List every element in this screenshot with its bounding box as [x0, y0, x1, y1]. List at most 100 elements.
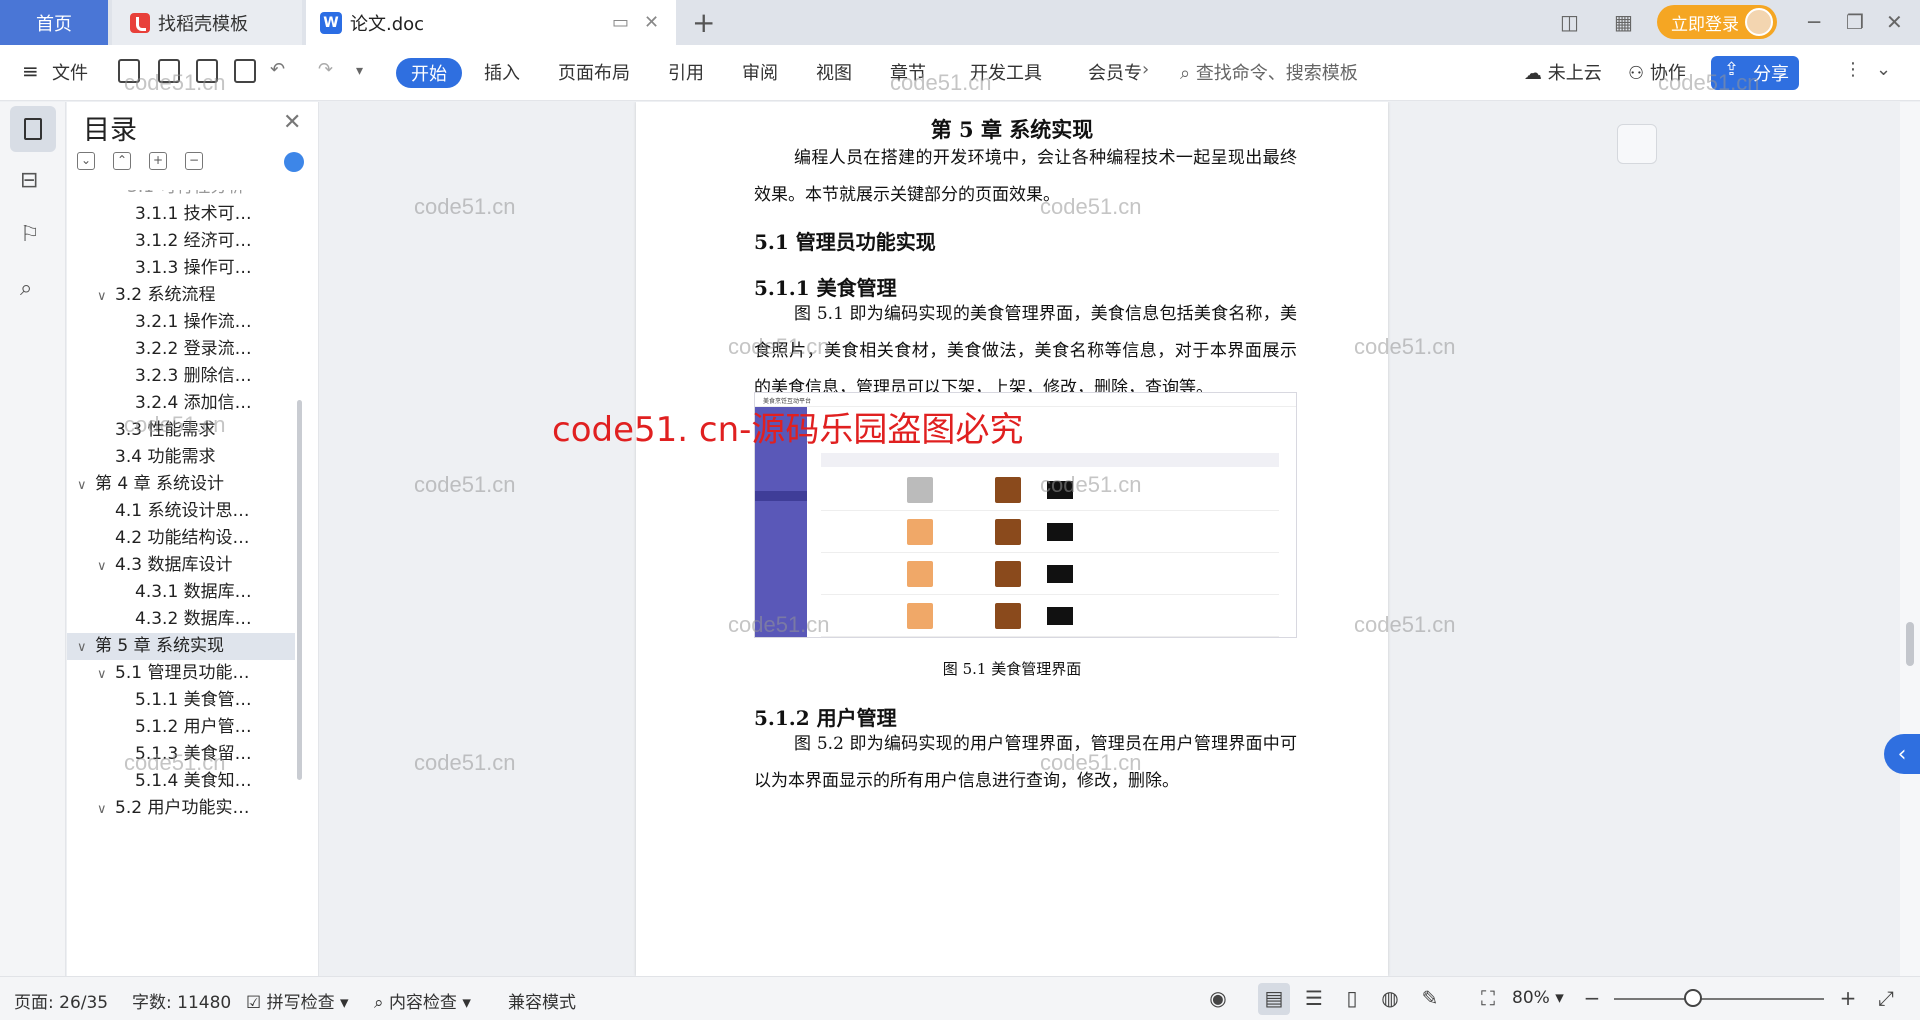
more-tabs-icon[interactable]: ›	[1142, 59, 1149, 80]
zoom-slider[interactable]	[1614, 998, 1824, 1000]
zoom-value: 80%	[1512, 988, 1550, 1008]
print-preview-icon[interactable]	[234, 59, 256, 83]
toc-item[interactable]: ∨ 5.2 用户功能实…	[97, 795, 249, 822]
tab-home-label: 首页	[36, 13, 72, 35]
tab-review[interactable]: 审阅	[742, 59, 778, 85]
vertical-scrollbar[interactable]	[1900, 102, 1920, 976]
toc-item[interactable]: 5.1.2 用户管…	[135, 714, 252, 741]
zoom-slider-handle[interactable]	[1684, 989, 1702, 1007]
tab-templates[interactable]: 找稻壳模板	[112, 0, 302, 45]
minimize-icon[interactable]: ─	[1808, 10, 1820, 34]
cloud-status[interactable]: ☁ 未上云	[1524, 59, 1602, 85]
toc-item[interactable]: 3.2.1 操作流…	[135, 309, 252, 336]
zoom-out-icon[interactable]: −	[1580, 986, 1604, 1010]
toc-item[interactable]: ∨ 第 4 章 系统设计	[77, 471, 224, 498]
toc-item-label: 3.2 系统流程	[115, 285, 216, 305]
toc-item[interactable]: 4.1 系统设计思…	[115, 498, 249, 525]
document-page[interactable]: 第 5 章 系统实现 编程人员在搭建的开发环境中，会让各种编程技术一起呈现出最终…	[636, 102, 1388, 976]
outline-view-icon[interactable]: ☰	[1302, 986, 1326, 1010]
chevron-down-icon[interactable]: ∨	[77, 472, 95, 499]
restore-icon[interactable]: ❐	[1846, 10, 1864, 34]
watermark: code51.cn	[890, 70, 992, 95]
toc-item[interactable]: 5.1.1 美食管…	[135, 687, 252, 714]
add-heading-icon[interactable]: +	[149, 152, 167, 170]
expand-up-icon[interactable]: ⌃	[113, 152, 131, 170]
undo-icon[interactable]: ↶	[270, 59, 285, 80]
chevron-down-icon[interactable]: ∨	[97, 283, 115, 310]
chevron-down-icon[interactable]: ∨	[97, 553, 115, 580]
toc-item[interactable]: 3.1.3 操作可…	[135, 255, 252, 282]
outline-icon[interactable]: ⊟	[20, 168, 46, 194]
toc-item[interactable]: 3.4 功能需求	[115, 444, 215, 471]
tab-start[interactable]: 开始	[396, 58, 462, 88]
new-tab-icon[interactable]: +	[692, 6, 715, 39]
chevron-down-icon[interactable]: ∨	[77, 634, 95, 661]
collapse-all-icon[interactable]: ⌄	[77, 152, 95, 170]
tab-page-layout[interactable]: 页面布局	[558, 59, 630, 85]
toc-item-label: 3.2.2 登录流…	[135, 339, 252, 359]
layout-icon[interactable]: ◫	[1560, 10, 1579, 34]
file-menu[interactable]: 文件	[52, 59, 88, 85]
toc-item[interactable]: ∨ 3.2 系统流程	[97, 282, 215, 309]
monitor-icon[interactable]: ▭	[612, 12, 629, 33]
toc-item[interactable]: 3.2.2 登录流…	[135, 336, 252, 363]
toc-item-label: 5.1 管理员功能…	[115, 663, 250, 683]
fit-page-icon[interactable]: ⛶	[1476, 986, 1500, 1010]
more-icon[interactable]: ⋮	[1844, 59, 1862, 80]
fullscreen-icon[interactable]: ⤢	[1874, 986, 1898, 1010]
toc-item[interactable]: ∨ 4.3 数据库设计	[97, 552, 232, 579]
eye-protect-icon[interactable]: ◉	[1206, 986, 1230, 1010]
window-close-icon[interactable]: ✕	[1886, 10, 1903, 34]
zoom-level[interactable]: 80% ▾	[1512, 988, 1564, 1008]
toc-item[interactable]: 3.2.3 删除信…	[135, 363, 252, 390]
chevron-down-icon[interactable]: ▾	[356, 63, 363, 79]
tab-home[interactable]: 首页	[0, 0, 108, 45]
toc-icon[interactable]	[10, 106, 56, 152]
page-view-icon[interactable]: ▤	[1262, 986, 1286, 1010]
close-icon[interactable]: ✕	[283, 110, 301, 135]
toc-item-label: 第 5 章 系统实现	[95, 636, 225, 656]
remove-heading-icon[interactable]: −	[185, 152, 203, 170]
collapse-ribbon-icon[interactable]: ⌄	[1876, 59, 1891, 80]
redo-icon[interactable]: ↷	[318, 59, 333, 80]
search-icon[interactable]: ⌕	[20, 276, 46, 302]
pen-icon[interactable]: ✎	[1418, 986, 1442, 1010]
toc-item[interactable]: 4.3.2 数据库…	[135, 606, 252, 633]
toc-item[interactable]: 3.1.2 经济可…	[135, 228, 252, 255]
page-indicator[interactable]: 页面: 26/35	[14, 988, 108, 1013]
word-count[interactable]: 字数: 11480	[132, 988, 231, 1013]
tab-member[interactable]: 会员专	[1088, 59, 1142, 85]
toc-item[interactable]: 3.1.1 技术可…	[135, 201, 252, 228]
reading-view-icon[interactable]: ▯	[1340, 986, 1364, 1010]
toc-item[interactable]: 4.3.1 数据库…	[135, 579, 252, 606]
login-button[interactable]: 立即登录	[1657, 5, 1777, 39]
ai-assistant-icon[interactable]	[284, 152, 304, 172]
command-search[interactable]: ⌕ 查找命令、搜索模板	[1180, 59, 1358, 85]
filter-icon[interactable]	[1617, 124, 1657, 164]
close-tab-icon[interactable]: ✕	[644, 12, 659, 33]
toc-item[interactable]: ∨ 5.1 管理员功能…	[97, 660, 249, 687]
menu-icon[interactable]: ≡	[22, 59, 39, 83]
web-view-icon[interactable]: ◍	[1378, 986, 1402, 1010]
chevron-down-icon[interactable]: ∨	[97, 796, 115, 823]
zoom-in-icon[interactable]: +	[1836, 986, 1860, 1010]
spell-check-button[interactable]: ☑ 拼写检查 ▾	[246, 988, 349, 1013]
toc-scrollbar[interactable]	[297, 400, 302, 780]
expand-panel-icon[interactable]: ‹	[1884, 734, 1920, 774]
apps-grid-icon[interactable]: ▦	[1614, 10, 1633, 34]
bookmark-icon[interactable]: ⚐	[20, 222, 46, 248]
watermark: code51.cn	[1354, 612, 1456, 637]
chevron-down-icon[interactable]: ∨	[97, 661, 115, 688]
toc-item[interactable]: ∨ 第 5 章 系统实现	[67, 633, 295, 660]
scroll-thumb[interactable]	[1906, 622, 1914, 666]
tab-insert[interactable]: 插入	[484, 59, 520, 85]
avatar	[1745, 8, 1773, 36]
toc-item[interactable]: 4.2 功能结构设…	[115, 525, 249, 552]
tab-reference[interactable]: 引用	[668, 59, 704, 85]
toc-item[interactable]: 3.1 可行性分析	[127, 190, 244, 201]
watermark: code51.cn	[1354, 334, 1456, 359]
spell-check-label: 拼写检查	[266, 993, 335, 1013]
content-check-button[interactable]: ⌕ 内容检查 ▾	[374, 988, 471, 1013]
toc-item-label: 3.4 功能需求	[115, 447, 216, 467]
tab-view[interactable]: 视图	[816, 59, 852, 85]
